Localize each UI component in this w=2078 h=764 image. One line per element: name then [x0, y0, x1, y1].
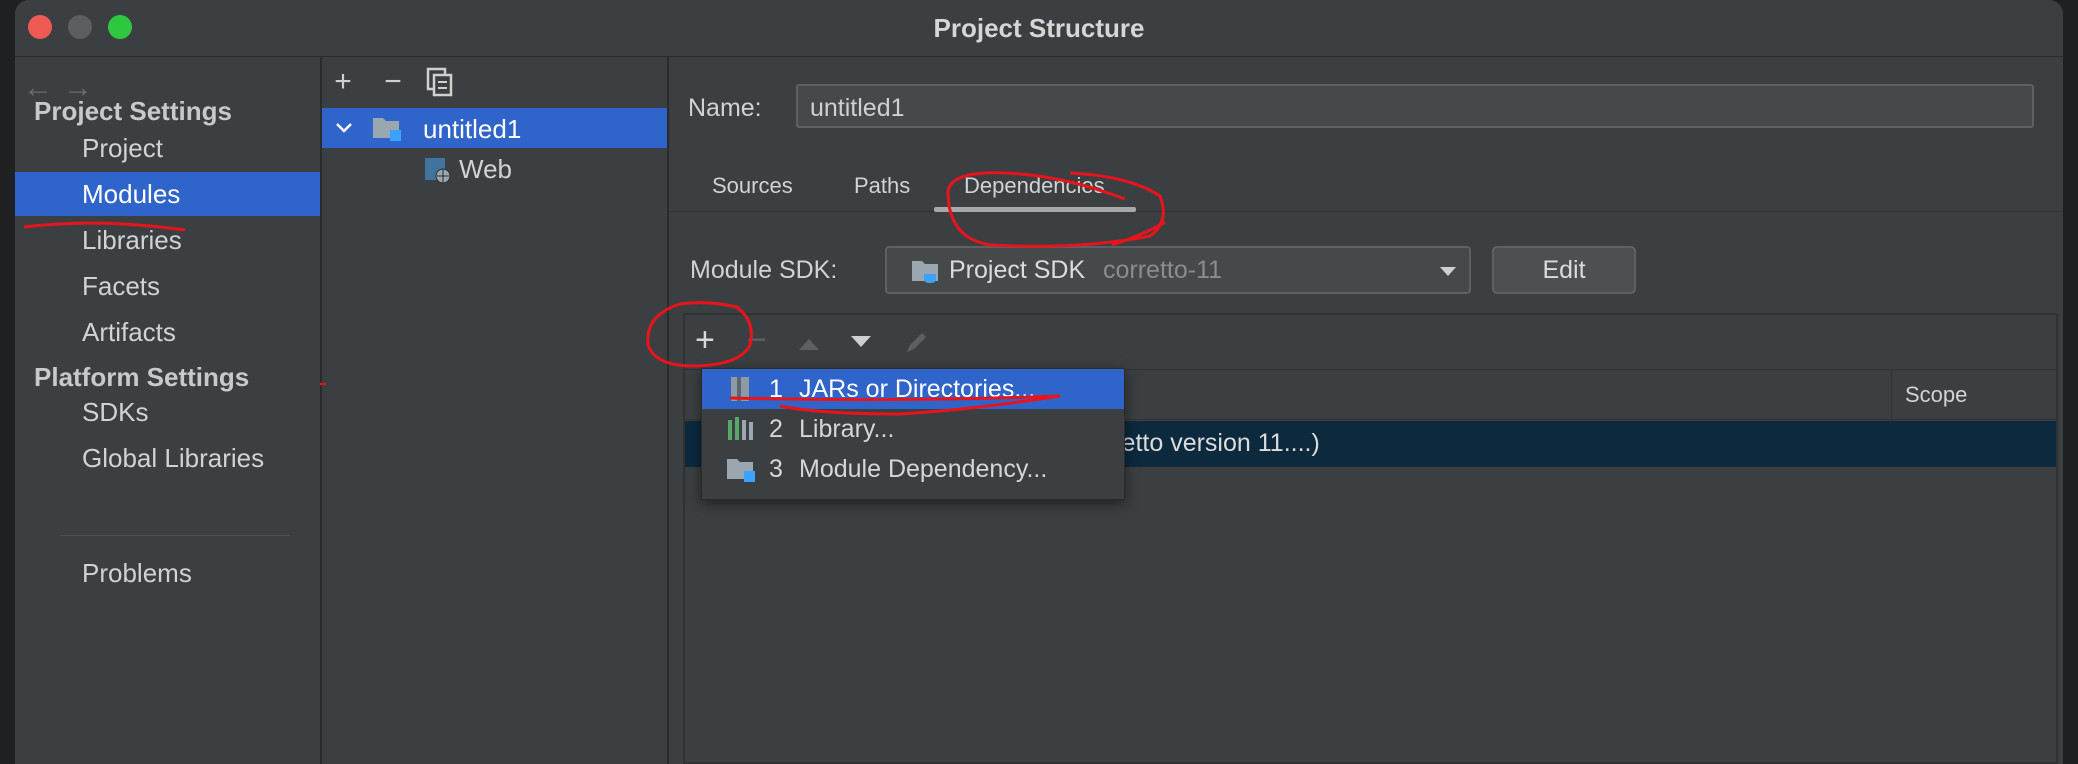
nav-item-label: Project: [82, 133, 163, 163]
menu-item-number: 1: [769, 375, 783, 403]
tree-item-untitled1[interactable]: untitled1: [322, 108, 667, 148]
column-divider: [1891, 370, 1892, 419]
add-module-button[interactable]: +: [327, 65, 359, 99]
add-dependency-button[interactable]: +: [695, 321, 715, 360]
tree-item-label: Web: [459, 154, 512, 184]
copy-module-button[interactable]: [424, 67, 456, 105]
menu-item-number: 2: [769, 415, 783, 443]
menu-item-label: Library...: [799, 415, 895, 443]
settings-nav-pane: ← → Project Settings Project Modules Lib…: [15, 57, 322, 764]
nav-item-modules[interactable]: Modules: [15, 172, 320, 216]
sdk-hint: corretto-11: [1103, 256, 1223, 284]
nav-item-label: Facets: [82, 271, 161, 301]
chevron-down-icon: [1440, 267, 1456, 276]
menu-item-library[interactable]: 2 Library...: [702, 409, 1124, 449]
nav-item-label: Libraries: [82, 225, 182, 255]
nav-item-label: Global Libraries: [82, 443, 265, 473]
nav-item-global-libraries[interactable]: Global Libraries: [15, 436, 320, 480]
web-facet-icon: [425, 158, 451, 184]
dependency-name: orretto version 11....): [1091, 429, 1320, 457]
move-up-icon[interactable]: [798, 337, 820, 351]
tab-dependencies[interactable]: Dependencies: [964, 173, 1105, 199]
name-label: Name:: [688, 94, 762, 122]
remove-dependency-button[interactable]: −: [747, 321, 767, 360]
jar-icon: [731, 377, 749, 401]
nav-item-label: Problems: [82, 558, 192, 588]
window-title: Project Structure: [933, 13, 1145, 43]
project-settings-heading: Project Settings: [34, 96, 232, 126]
nav-item-artifacts[interactable]: Artifacts: [15, 310, 320, 354]
scope-column-header[interactable]: Scope: [1905, 382, 1967, 408]
copy-icon: [426, 67, 453, 97]
tree-item-label: untitled1: [423, 114, 522, 144]
title-bar: Project Structure: [15, 0, 2063, 57]
add-dependency-menu: 1 JARs or Directories... 2 Library... 3 …: [701, 368, 1125, 500]
platform-settings-heading: Platform Settings: [34, 362, 250, 392]
edit-sdk-button[interactable]: Edit: [1492, 246, 1636, 294]
project-structure-window: Project Structure ← → Project Settings P…: [15, 0, 2063, 764]
tree-item-web[interactable]: Web: [322, 148, 667, 188]
nav-item-sdks[interactable]: SDKs: [15, 390, 320, 434]
nav-item-project[interactable]: Project: [15, 126, 320, 170]
module-sdk-dropdown[interactable]: Project SDK corretto-11: [885, 246, 1471, 294]
chevron-down-icon[interactable]: [334, 118, 354, 138]
active-tab-indicator: [934, 207, 1136, 212]
nav-item-problems[interactable]: Problems: [15, 551, 320, 595]
remove-module-button[interactable]: −: [377, 65, 409, 99]
nav-item-label: SDKs: [82, 397, 149, 427]
library-icon: [728, 417, 753, 440]
move-down-icon[interactable]: [850, 335, 872, 349]
nav-item-label: Modules: [82, 179, 181, 209]
nav-item-facets[interactable]: Facets: [15, 264, 320, 308]
nav-divider: [60, 535, 290, 536]
module-tabs: Sources Paths Dependencies: [669, 161, 2063, 212]
sdk-value: Project SDK: [949, 256, 1086, 284]
menu-item-label: JARs or Directories...: [799, 375, 1036, 403]
module-name-field[interactable]: untitled1: [796, 84, 2034, 128]
menu-item-label: Module Dependency...: [799, 455, 1048, 483]
module-folder-icon: [727, 459, 755, 482]
tab-paths[interactable]: Paths: [854, 173, 910, 199]
menu-item-number: 3: [769, 455, 783, 483]
module-tree-pane: + − untitled1 Web: [322, 57, 669, 764]
module-folder-icon: [373, 118, 401, 141]
sdk-folder-icon: [912, 261, 938, 283]
nav-item-libraries[interactable]: Libraries: [15, 218, 320, 262]
pencil-icon[interactable]: [903, 328, 931, 356]
tab-sources[interactable]: Sources: [712, 173, 793, 199]
module-sdk-label: Module SDK:: [690, 256, 838, 284]
dependencies-toolbar: + −: [685, 315, 2056, 370]
menu-item-jars-or-directories[interactable]: 1 JARs or Directories...: [702, 369, 1124, 409]
nav-item-label: Artifacts: [82, 317, 176, 347]
menu-item-module-dependency[interactable]: 3 Module Dependency...: [702, 449, 1124, 489]
